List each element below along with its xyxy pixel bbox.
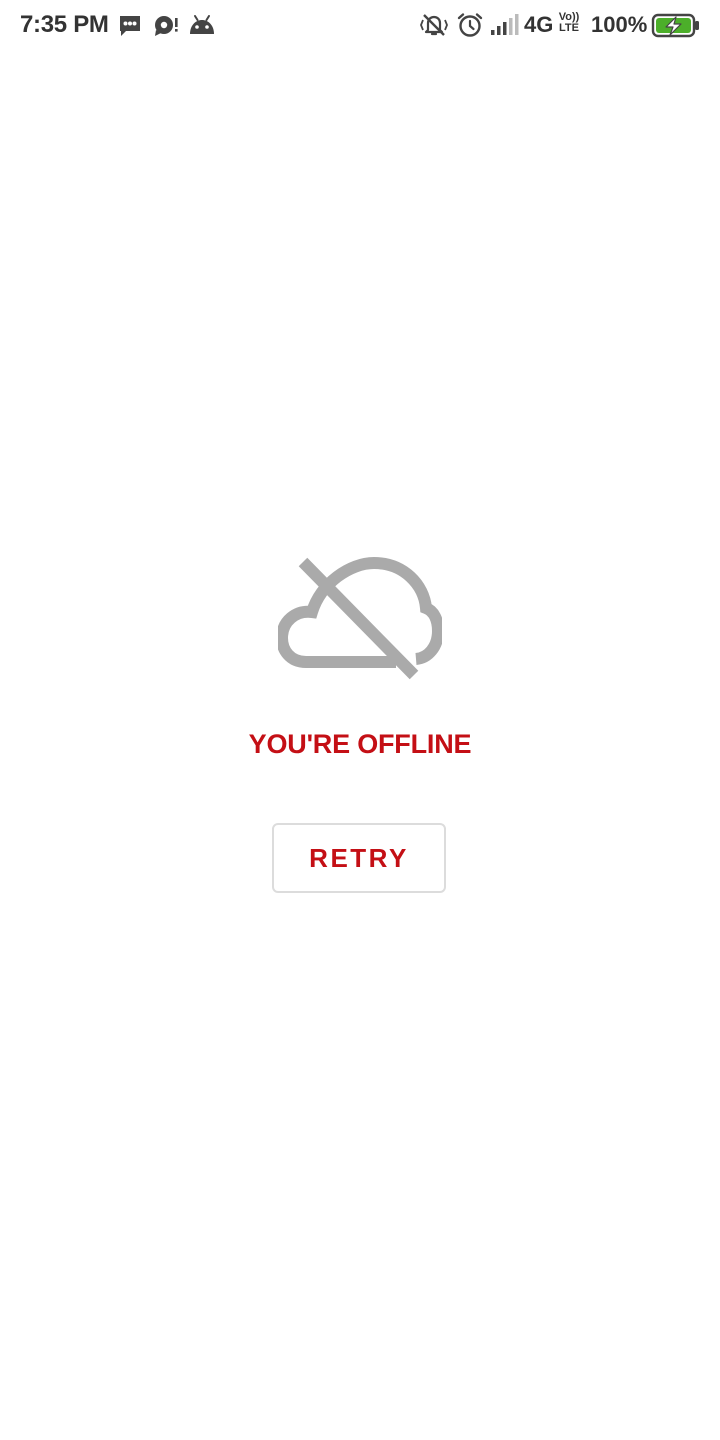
battery-percent: 100% (591, 12, 648, 37)
message-icon (117, 13, 143, 44)
battery-charging-icon (651, 13, 701, 44)
notification-icon (153, 13, 179, 44)
status-bar: 7:35 PM 4G Vo)) LTE 100% (0, 0, 720, 52)
status-time: 7:35 PM (20, 11, 109, 38)
alarm-icon (456, 11, 484, 44)
retry-button[interactable]: RETRY (272, 823, 446, 893)
volte-bottom: LTE (559, 22, 579, 34)
signal-icon (490, 13, 520, 42)
mute-icon (420, 11, 448, 44)
cloud-off-icon (275, 555, 445, 688)
android-icon (188, 13, 216, 44)
volte-indicator: Vo)) LTE (556, 12, 582, 34)
offline-message: YOU'RE OFFLINE (248, 729, 472, 759)
network-type: 4G (524, 12, 554, 37)
